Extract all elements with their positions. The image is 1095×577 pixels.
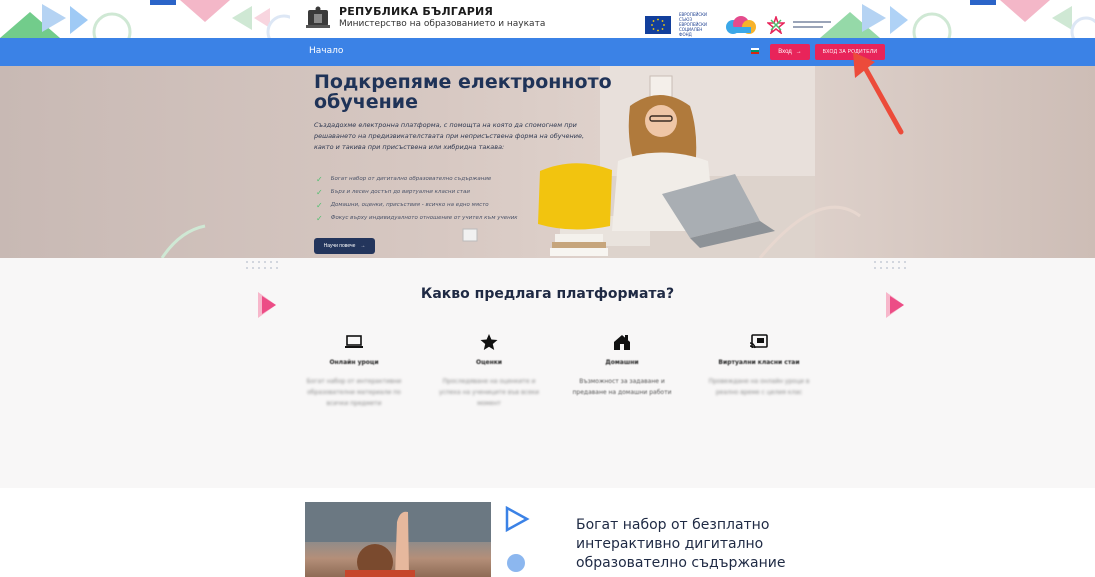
feature-homework[interactable]: Домашни Възможност за задаване и предава… xyxy=(567,333,677,398)
cast-icon xyxy=(749,334,768,349)
login-label: Вход xyxy=(778,49,792,55)
partner-logos: ЕВРОПЕЙСКИ СЪЮЗ ЕВРОПЕЙСКИ СОЦИАЛЕН ФОНД xyxy=(645,12,833,37)
student-photo xyxy=(305,502,491,577)
student-raising-hand-illustration xyxy=(305,502,491,577)
feature-description: Възможност за задаване и предаване на до… xyxy=(572,378,672,396)
section-heading: Богат набор от безплатно интерактивно ди… xyxy=(576,517,786,571)
brand-title: РЕПУБЛИКА БЪЛГАРИЯ xyxy=(339,5,494,18)
laptop-icon xyxy=(345,335,363,348)
dots-decor-left-icon xyxy=(246,261,278,269)
feature-grades[interactable]: Оценки Проследяване на оценките и успеха… xyxy=(434,333,544,409)
decorative-pattern-right xyxy=(820,0,1095,38)
nav-home-link[interactable]: Начало xyxy=(309,46,343,56)
feature-description: Провеждане на онлайн уроци в реално врем… xyxy=(708,378,810,396)
feature-name: Виртуални класни стаи xyxy=(718,359,800,366)
coat-of-arms-icon xyxy=(306,6,330,28)
gov-header: РЕПУБЛИКА БЪЛГАРИЯ Министерство на образ… xyxy=(0,0,1095,38)
program-star-icon xyxy=(767,15,785,34)
learn-more-label: Научи повече xyxy=(323,243,356,249)
arrow-right-icon: → xyxy=(795,49,802,55)
features-title: Какво предлага платформата? xyxy=(420,286,675,302)
check-icon: ✓ xyxy=(316,214,323,223)
cloud-logo-icon xyxy=(726,15,756,34)
hero-title: Подкрепяме електронното обучение xyxy=(314,71,612,113)
eu-fund-text: ЕВРОПЕЙСКИ СЪЮЗ ЕВРОПЕЙСКИ СОЦИАЛЕН ФОНД xyxy=(679,12,707,37)
circle-decor-icon xyxy=(507,554,525,572)
feature-online-lessons[interactable]: Онлайн уроци Богат набор от интерактивни… xyxy=(299,333,409,409)
list-item: ✓ Фокус върху индивидуалното отношение от… xyxy=(316,214,518,223)
feature-name: Домашни xyxy=(605,359,639,366)
main-navbar: Начало Вход → ВХОД ЗА РОДИТЕЛИ xyxy=(0,38,1095,66)
content-section: Богат набор от безплатно интерактивно ди… xyxy=(0,488,1095,577)
feature-name: Оценки xyxy=(475,359,503,366)
list-item: ✓ Домашни, оценки, присъствия - всичко на… xyxy=(316,201,489,210)
list-item: ✓ Бърз и лесен достъп до виртуални класни… xyxy=(316,188,470,197)
eu-flag-icon xyxy=(645,15,671,34)
dots-decor-right-icon xyxy=(874,261,906,269)
hero-benefits-list: ✓ Богат набор от дигитално образователно … xyxy=(316,173,518,225)
hero-description: Създадохме електронна платформа, с помощ… xyxy=(314,121,585,151)
home-icon xyxy=(614,335,630,350)
feature-name: Онлайн уроци xyxy=(329,359,379,366)
ministry-brand[interactable]: РЕПУБЛИКА БЪЛГАРИЯ Министерство на образ… xyxy=(305,6,545,30)
features-section: Какво предлага платформата? Онлайн уроци… xyxy=(0,258,1095,488)
check-icon: ✓ xyxy=(316,201,323,210)
feature-virtual-classrooms[interactable]: Виртуални класни стаи Провеждане на онла… xyxy=(704,333,814,398)
learn-more-button[interactable]: Научи повече → xyxy=(314,238,375,254)
login-button[interactable]: Вход → xyxy=(770,44,810,60)
bulgarian-flag-icon[interactable] xyxy=(751,48,759,54)
check-icon: ✓ xyxy=(316,188,323,197)
feature-description: Проследяване на оценките и успеха на уче… xyxy=(438,378,540,407)
feature-description: Богат набор от интерактивни образователн… xyxy=(306,378,402,407)
list-item: ✓ Богат набор от дигитално образователно … xyxy=(316,175,492,184)
check-icon: ✓ xyxy=(316,175,323,184)
hero-section: Подкрепяме електронното обучение Създадо… xyxy=(0,66,1095,258)
annotation-arrow-icon xyxy=(853,52,904,135)
play-outline-icon xyxy=(505,506,530,532)
brand-subtitle: Министерство на образованието и науката xyxy=(339,19,546,29)
decorative-pattern-left xyxy=(0,0,290,38)
program-logo-text-icon xyxy=(793,20,831,28)
arrow-right-icon: → xyxy=(360,243,366,249)
star-icon xyxy=(480,334,498,350)
